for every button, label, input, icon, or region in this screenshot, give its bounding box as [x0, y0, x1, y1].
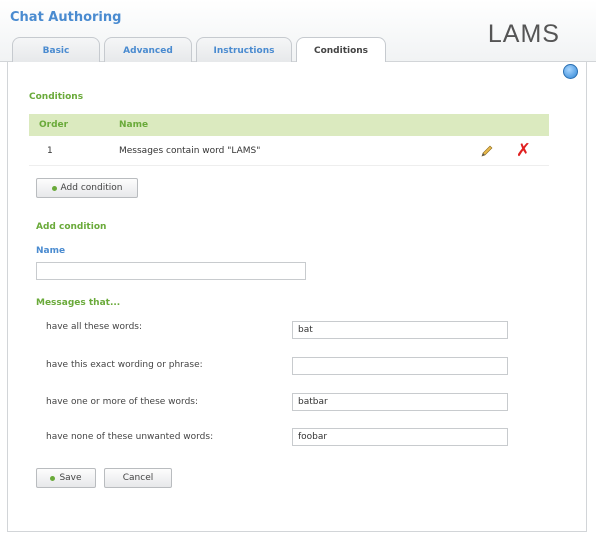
row-name: Messages contain word "LAMS"	[119, 145, 261, 156]
any-words-label: have one or more of these words:	[46, 397, 199, 407]
pencil-icon[interactable]	[480, 144, 494, 158]
save-button[interactable]: Save	[36, 468, 96, 488]
tab-bar: Basic Advanced Instructions Conditions	[12, 37, 386, 64]
bullet-icon	[50, 475, 56, 481]
lams-logo: LAMS	[487, 20, 560, 48]
condition-name-input[interactable]	[36, 262, 306, 280]
conditions-heading: Conditions	[29, 92, 84, 102]
messages-heading: Messages that...	[36, 298, 121, 308]
delete-icon[interactable]: ✗	[516, 142, 531, 160]
table-row: 1 Messages contain word "LAMS" ✗	[29, 136, 549, 166]
tab-instructions[interactable]: Instructions	[196, 37, 292, 63]
tab-basic[interactable]: Basic	[12, 37, 100, 63]
unwanted-words-input[interactable]: foobar	[292, 428, 508, 446]
add-condition-label: Add condition	[60, 183, 123, 193]
column-order: Order	[39, 120, 69, 130]
exact-phrase-label: have this exact wording or phrase:	[46, 360, 203, 370]
column-name: Name	[119, 120, 149, 130]
add-condition-heading: Add condition	[36, 222, 107, 232]
exact-phrase-input[interactable]	[292, 357, 508, 375]
cancel-button[interactable]: Cancel	[104, 468, 172, 488]
app-title: Chat Authoring	[10, 10, 122, 25]
cancel-label: Cancel	[122, 473, 154, 483]
table-header: Order Name	[29, 114, 549, 136]
tab-conditions[interactable]: Conditions	[296, 37, 386, 64]
app-header: Chat Authoring LAMS Basic Advanced Instr…	[0, 0, 596, 64]
tab-advanced[interactable]: Advanced	[104, 37, 192, 63]
all-words-input[interactable]: bat	[292, 321, 508, 339]
bullet-icon	[51, 185, 57, 191]
any-words-input[interactable]: batbar	[292, 393, 508, 411]
help-icon[interactable]	[563, 64, 578, 79]
name-label: Name	[36, 246, 66, 256]
row-order: 1	[47, 145, 53, 156]
all-words-label: have all these words:	[46, 322, 143, 332]
add-condition-button[interactable]: Add condition	[36, 178, 138, 198]
save-label: Save	[59, 473, 82, 483]
unwanted-words-label: have none of these unwanted words:	[46, 432, 214, 442]
conditions-table: Order Name 1 Messages contain word "LAMS…	[29, 114, 549, 166]
